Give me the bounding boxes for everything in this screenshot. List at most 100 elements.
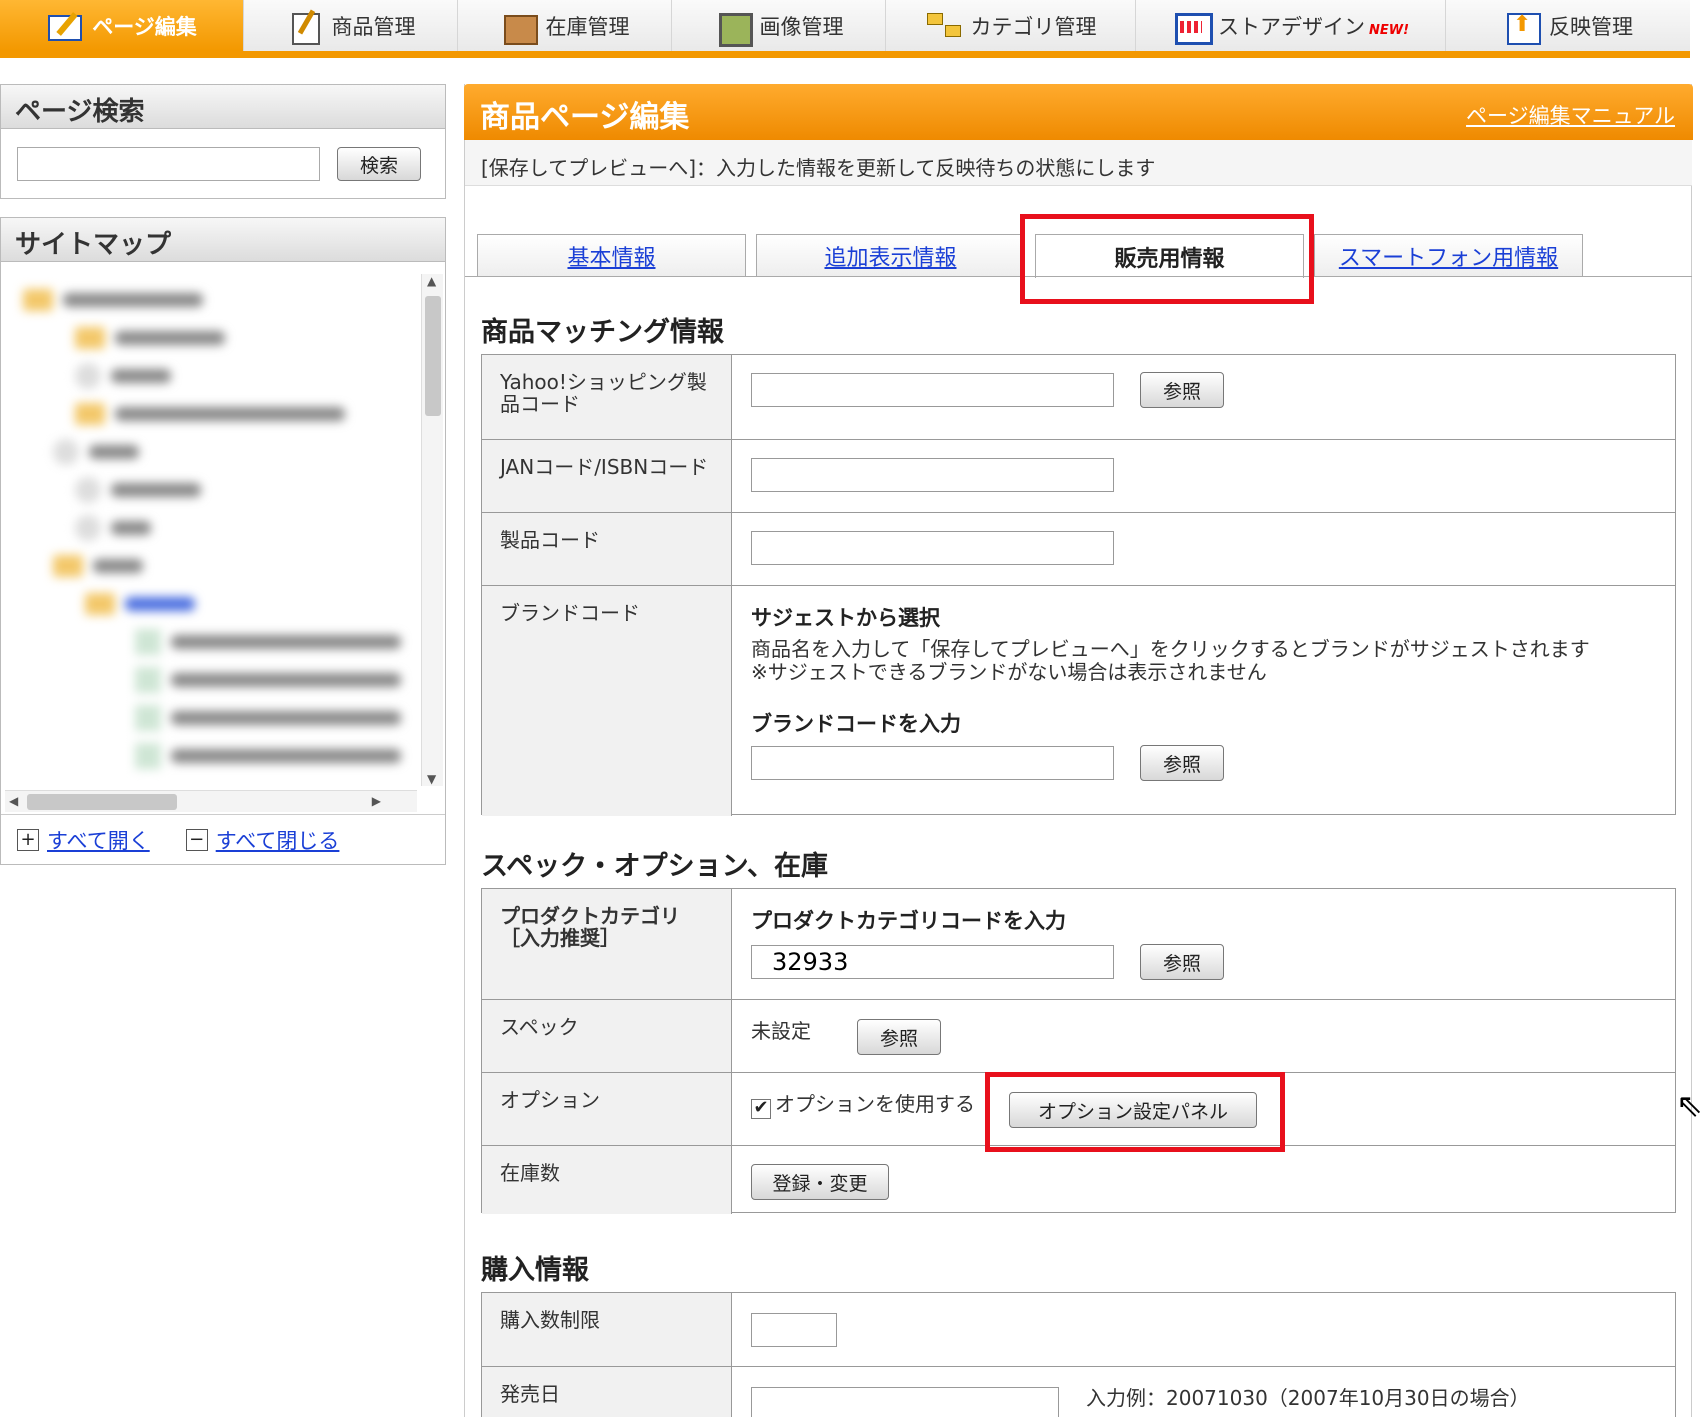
store-design-icon xyxy=(1172,9,1213,45)
jan-code-input[interactable] xyxy=(751,458,1114,492)
option-checkbox[interactable]: ✔ xyxy=(751,1099,771,1119)
brand-code-label: ブランドコード xyxy=(482,586,732,816)
search-input[interactable] xyxy=(17,147,320,181)
nav-tab-label: ページ編集 xyxy=(92,14,197,39)
category-browse-button[interactable]: 参照 xyxy=(1140,944,1224,980)
expand-all-link[interactable]: すべて開く xyxy=(47,825,150,855)
purchase-table: 購入数制限 発売日 入力例：20071030（2007年10月30日の場合） xyxy=(481,1292,1676,1417)
product-icon xyxy=(286,9,324,45)
brand-code-row: ブランドコード サジェストから選択 商品名を入力して「保存してプレビューへ」をク… xyxy=(482,585,1675,816)
sitemap-panel: サイトマップ ▲ ▼ ◀ ▶ + すべて開く − すべて閉じる xyxy=(0,217,446,865)
release-date-label: 発売日 xyxy=(482,1367,732,1417)
option-checkbox-label: オプションを使用する xyxy=(775,1092,975,1116)
nav-tab-label: 反映管理 xyxy=(1549,14,1633,39)
page-search-title: ページ検索 xyxy=(1,85,445,129)
purchase-limit-input[interactable] xyxy=(751,1313,837,1347)
tab-label[interactable]: スマートフォン用情報 xyxy=(1339,240,1558,272)
stock-register-button[interactable]: 登録・変更 xyxy=(751,1164,889,1200)
nav-tab-reflect[interactable]: 反映管理 xyxy=(1446,0,1690,51)
main-header: 商品ページ編集 ページ編集マニュアル xyxy=(464,84,1693,140)
jan-code-row: JANコード/ISBNコード xyxy=(482,439,1675,512)
release-date-row: 発売日 入力例：20071030（2007年10月30日の場合） xyxy=(482,1366,1675,1417)
mouse-cursor-icon: ⇖ xyxy=(1676,1086,1703,1124)
release-date-example: 入力例：20071030（2007年10月30日の場合） xyxy=(1086,1386,1530,1410)
collapse-all-icon[interactable]: − xyxy=(185,828,208,851)
scrollbar-thumb[interactable] xyxy=(425,296,441,416)
product-code-input[interactable] xyxy=(751,531,1114,565)
brand-suggest-note: 商品名を入力して「保存してプレビューへ」をクリックするとブランドがサジェストされ… xyxy=(751,637,1590,661)
purchase-limit-label: 購入数制限 xyxy=(482,1293,732,1366)
save-notice: [保存してプレビューへ]：入力した情報を更新して反映待ちの状態にします xyxy=(465,140,1692,186)
product-page-edit-panel: 商品ページ編集 ページ編集マニュアル [保存してプレビューへ]：入力した情報を更… xyxy=(464,84,1693,1417)
nav-tab-category[interactable]: カテゴリ管理 xyxy=(886,0,1136,51)
tab-label: 販売用情報 xyxy=(1114,246,1225,272)
page-edit-icon xyxy=(46,9,84,43)
search-button[interactable]: 検索 xyxy=(337,147,421,181)
scroll-right-icon[interactable]: ▶ xyxy=(372,794,381,808)
spec-value: 未設定 xyxy=(751,1019,811,1043)
nav-tab-image[interactable]: 画像管理 xyxy=(672,0,886,51)
spec-browse-button[interactable]: 参照 xyxy=(857,1019,941,1055)
tab-sales-info[interactable]: 販売用情報 xyxy=(1035,234,1304,278)
stock-row: 在庫数 登録・変更 xyxy=(482,1145,1675,1214)
brand-suggest-note: ※サジェストできるブランドがない場合は表示されません xyxy=(751,660,1267,684)
product-code-label: 製品コード xyxy=(482,513,732,585)
tab-basic-info[interactable]: 基本情報 xyxy=(477,234,746,276)
scroll-up-icon[interactable]: ▲ xyxy=(427,274,436,288)
jan-code-label: JANコード/ISBNコード xyxy=(482,440,732,512)
stock-box-icon xyxy=(500,9,538,45)
yahoo-code-label: Yahoo!ショッピング製品コード xyxy=(482,355,732,439)
sitemap-footer: + すべて開く − すべて閉じる xyxy=(1,814,445,864)
option-settings-panel-button[interactable]: オプション設定パネル xyxy=(1009,1092,1257,1128)
nav-tab-label: カテゴリ管理 xyxy=(970,14,1097,39)
nav-tab-label: 商品管理 xyxy=(331,14,416,39)
product-category-input[interactable] xyxy=(751,945,1114,979)
yahoo-code-input[interactable] xyxy=(751,373,1114,407)
spec-table: プロダクトカテゴリ［入力推奨］ プロダクトカテゴリコードを入力 参照 スペック … xyxy=(481,888,1676,1214)
nav-tab-page-edit[interactable]: ページ編集 xyxy=(0,0,244,51)
tab-additional-info[interactable]: 追加表示情報 xyxy=(756,234,1025,276)
spec-label: スペック xyxy=(482,1000,732,1072)
nav-tab-label: 画像管理 xyxy=(759,14,844,39)
product-code-row: 製品コード xyxy=(482,512,1675,585)
spec-row: スペック 未設定 参照 xyxy=(482,999,1675,1072)
collapse-all-link[interactable]: すべて閉じる xyxy=(216,825,340,855)
nav-tab-product[interactable]: 商品管理 xyxy=(244,0,458,51)
sitemap-title: サイトマップ xyxy=(1,218,445,262)
purchase-section-title: 購入情報 xyxy=(481,1255,589,1286)
sitemap-horizontal-scrollbar[interactable]: ◀ ▶ xyxy=(5,790,417,812)
brand-code-input[interactable] xyxy=(751,746,1114,780)
nav-tab-store-design[interactable]: ストアデザイン NEW! xyxy=(1136,0,1446,51)
matching-section-title: 商品マッチング情報 xyxy=(481,317,724,348)
option-label: オプション xyxy=(482,1073,732,1145)
top-nav: ページ編集 商品管理 在庫管理 画像管理 カテゴリ管理 ストアデザイン NEW!… xyxy=(0,0,1690,58)
yahoo-code-row: Yahoo!ショッピング製品コード 参照 xyxy=(482,355,1675,439)
scrollbar-thumb[interactable] xyxy=(27,794,177,810)
scroll-down-icon[interactable]: ▼ xyxy=(427,772,436,786)
brand-code-browse-button[interactable]: 参照 xyxy=(1140,745,1224,781)
matching-table: Yahoo!ショッピング製品コード 参照 JANコード/ISBNコード 製品コー… xyxy=(481,354,1676,816)
product-category-label: プロダクトカテゴリ［入力推奨］ xyxy=(482,889,732,999)
tab-label[interactable]: 追加表示情報 xyxy=(824,240,956,272)
tab-label[interactable]: 基本情報 xyxy=(567,240,655,272)
expand-all-icon[interactable]: + xyxy=(17,828,39,851)
nav-tab-stock[interactable]: 在庫管理 xyxy=(458,0,672,51)
category-icon xyxy=(925,9,963,43)
brand-suggest-title: サジェストから選択 xyxy=(751,606,940,630)
spec-section-title: スペック・オプション、在庫 xyxy=(481,851,828,882)
yahoo-code-browse-button[interactable]: 参照 xyxy=(1140,372,1224,408)
new-badge: NEW! xyxy=(1368,23,1410,38)
sitemap-vertical-scrollbar[interactable]: ▲ ▼ xyxy=(421,274,443,786)
page-search-panel: ページ検索 検索 xyxy=(0,84,446,199)
tab-divider xyxy=(465,276,1692,277)
nav-tab-label: 在庫管理 xyxy=(545,14,630,39)
tab-smartphone-info[interactable]: スマートフォン用情報 xyxy=(1314,234,1583,276)
option-row: オプション ✔ オプションを使用する オプション設定パネル xyxy=(482,1072,1675,1145)
purchase-limit-row: 購入数制限 xyxy=(482,1293,1675,1366)
image-icon xyxy=(714,9,753,47)
brand-input-title: ブランドコードを入力 xyxy=(751,712,961,736)
sitemap-tree[interactable] xyxy=(9,274,414,1004)
release-date-input[interactable] xyxy=(751,1387,1059,1417)
scroll-left-icon[interactable]: ◀ xyxy=(9,794,18,808)
manual-link[interactable]: ページ編集マニュアル xyxy=(1466,100,1675,130)
